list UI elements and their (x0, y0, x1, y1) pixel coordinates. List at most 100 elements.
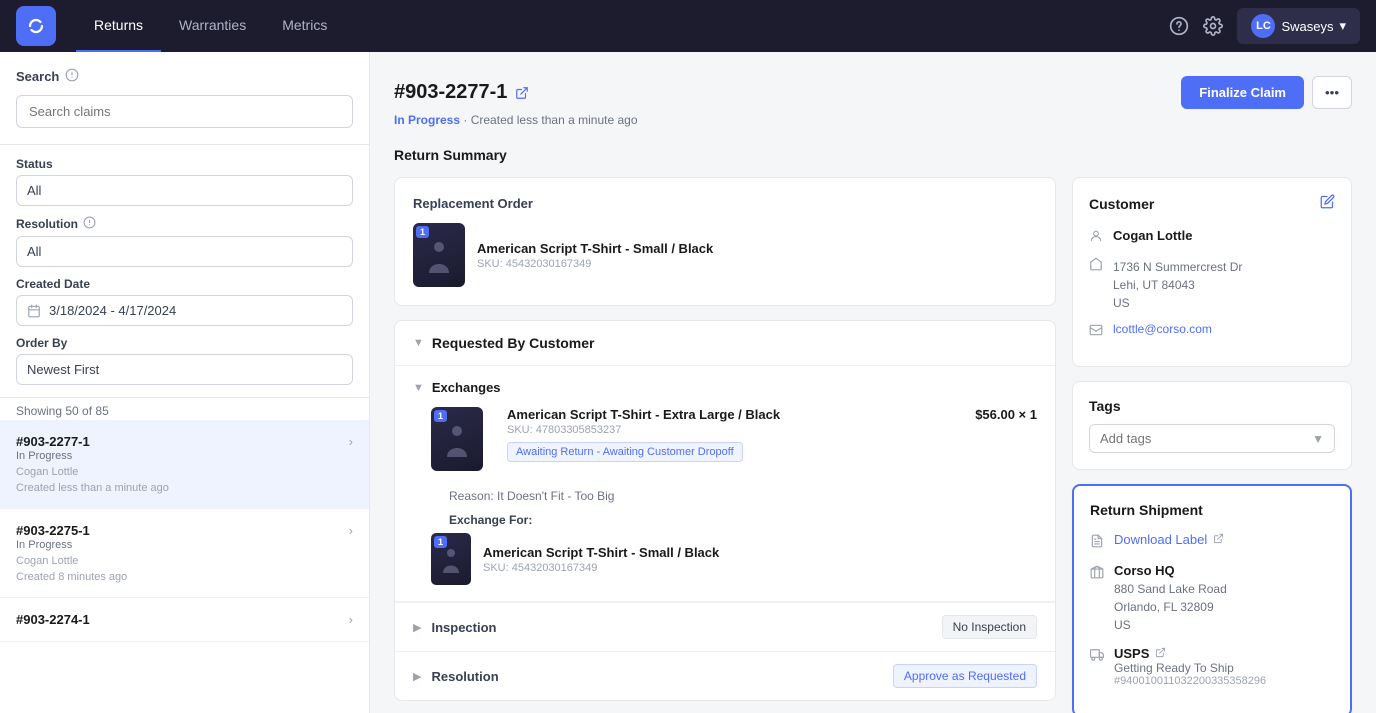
customer-email-icon (1089, 323, 1103, 340)
nav-metrics[interactable]: Metrics (264, 0, 345, 52)
carrier-name: USPS (1114, 646, 1149, 661)
replacement-product-sku: SKU: 45432030167349 (477, 258, 713, 270)
inspection-label: Inspection (431, 620, 941, 635)
exchange-product-sku: SKU: 47803305853237 (507, 424, 780, 436)
resolution-info-icon (83, 216, 96, 232)
claim-item[interactable]: #903-2277-1 In Progress Cogan Lottle Cre… (0, 420, 369, 509)
nav-returns[interactable]: Returns (76, 0, 161, 52)
reason-text: Reason: It Doesn't Fit - Too Big (431, 489, 1019, 503)
inspection-chevron-icon: ▶ (413, 621, 421, 634)
exchange-for-thumbnail: 1 (431, 533, 471, 585)
requested-by-customer-card: ▼ Requested By Customer ▼ Exchanges 1 (394, 320, 1056, 701)
exchanges-section: ▼ Exchanges 1 American Scr (395, 366, 1055, 602)
customer-address: 1736 N Summercrest Dr Lehi, UT 84043 US (1113, 258, 1242, 312)
claim-customer: Cogan Lottle (16, 466, 169, 478)
carrier-icon (1090, 648, 1104, 665)
replacement-product-name: American Script T-Shirt - Small / Black (477, 241, 713, 256)
warehouse-icon (1090, 565, 1104, 582)
more-actions-button[interactable]: ••• (1312, 76, 1352, 109)
page-title: #903-2277-1 (394, 81, 507, 104)
claim-item[interactable]: #903-2274-1 › (0, 598, 369, 642)
claim-status: In Progress (16, 450, 169, 462)
date-range-input[interactable]: 3/18/2024 - 4/17/2024 (16, 295, 353, 326)
search-info-icon (65, 68, 79, 85)
customer-person-icon (1089, 229, 1103, 246)
carrier-status: Getting Ready To Ship (1114, 661, 1334, 675)
tags-title: Tags (1089, 398, 1335, 414)
claim-id: #903-2275-1 (16, 523, 127, 538)
customer-name: Cogan Lottle (1113, 228, 1192, 243)
claim-status-badge: In Progress (394, 113, 460, 127)
resolution-filter-select[interactable]: All (16, 236, 353, 267)
replacement-order-label: Replacement Order (413, 196, 1037, 211)
warehouse-name: Corso HQ (1114, 563, 1227, 578)
user-menu-button[interactable]: LC Swaseys ▾ (1237, 8, 1360, 44)
nav-warranties[interactable]: Warranties (161, 0, 264, 52)
chevron-right-icon: › (349, 612, 353, 627)
ellipsis-icon: ••• (1325, 85, 1339, 100)
download-label-link[interactable]: Download Label (1114, 532, 1207, 547)
shipment-title: Return Shipment (1090, 502, 1334, 518)
user-chevron-icon: ▾ (1339, 18, 1346, 34)
claim-id: #903-2274-1 (16, 612, 90, 627)
replacement-order-card: Replacement Order 1 American Script T-Sh… (394, 177, 1056, 306)
claim-created: Created less than a minute ago (16, 482, 169, 494)
user-avatar: LC (1251, 14, 1275, 38)
return-summary-title: Return Summary (394, 147, 1352, 163)
resolution-label: Resolution (431, 669, 892, 684)
user-name-label: Swaseys (1281, 19, 1333, 34)
exchanges-label: Exchanges (432, 380, 501, 395)
exchange-for-label: Exchange For: (431, 513, 1019, 527)
exchange-product-name: American Script T-Shirt - Extra Large / … (507, 407, 780, 422)
claims-list: #903-2277-1 In Progress Cogan Lottle Cre… (0, 420, 369, 713)
external-link-icon[interactable] (515, 86, 529, 100)
tags-chevron-icon: ▼ (1312, 432, 1324, 446)
claim-item[interactable]: #903-2275-1 In Progress Cogan Lottle Cre… (0, 509, 369, 598)
customer-edit-button[interactable] (1320, 194, 1335, 214)
exchange-for-product-name: American Script T-Shirt - Small / Black (483, 545, 719, 560)
document-icon (1090, 534, 1104, 551)
customer-panel-title: Customer (1089, 196, 1154, 212)
tags-panel: Tags ▼ (1072, 381, 1352, 470)
tracking-number: #940010011032200335358296 (1114, 675, 1334, 687)
status-filter-select[interactable]: All (16, 175, 353, 206)
resolution-chevron-icon: ▶ (413, 670, 421, 683)
exchange-for-product-sku: SKU: 45432030167349 (483, 562, 719, 574)
settings-icon[interactable] (1203, 16, 1223, 36)
customer-email: lcottle@corso.com (1113, 322, 1212, 336)
return-shipment-panel: Return Shipment Download Label (1072, 484, 1352, 713)
claim-customer: Cogan Lottle (16, 555, 127, 567)
tags-input[interactable] (1100, 431, 1312, 446)
navigation: Returns Warranties Metrics LC Swaseys ▾ (0, 0, 1376, 52)
chevron-right-icon: › (349, 434, 353, 449)
chevron-right-icon: › (349, 523, 353, 538)
date-range-value: 3/18/2024 - 4/17/2024 (49, 303, 176, 318)
help-icon[interactable] (1169, 16, 1189, 36)
logo (16, 6, 56, 46)
claim-created-sub: · (463, 113, 470, 127)
search-input[interactable] (16, 95, 353, 128)
inspection-row[interactable]: ▶ Inspection No Inspection (395, 602, 1055, 651)
download-external-icon (1213, 532, 1224, 547)
exchange-price: $56.00 × 1 (975, 407, 1037, 422)
search-label: Search (16, 68, 353, 85)
inspection-badge: No Inspection (942, 615, 1037, 639)
created-date-label: Created Date (16, 277, 353, 291)
warehouse-address: 880 Sand Lake RoadOrlando, FL 32809US (1114, 580, 1227, 634)
resolution-badge: Approve as Requested (893, 664, 1037, 688)
requested-section-title: Requested By Customer (432, 335, 595, 351)
resolution-filter-label: Resolution (16, 216, 353, 232)
exchange-product-thumbnail: 1 (431, 407, 483, 471)
claim-created-time: Created less than a minute ago (471, 113, 638, 127)
order-by-select[interactable]: Newest First (16, 354, 353, 385)
main-content: #903-2277-1 Finalize Claim ••• In Progre… (370, 52, 1376, 713)
claim-status: In Progress (16, 539, 127, 551)
exchange-status-tag: Awaiting Return - Awaiting Customer Drop… (507, 442, 743, 462)
resolution-row[interactable]: ▶ Resolution Approve as Requested (395, 651, 1055, 700)
order-by-label: Order By (16, 336, 353, 350)
carrier-external-icon (1155, 646, 1166, 661)
claim-id: #903-2277-1 (16, 434, 169, 449)
requested-section-header: ▼ Requested By Customer (395, 321, 1055, 366)
finalize-claim-button[interactable]: Finalize Claim (1181, 76, 1304, 109)
customer-address-icon (1089, 257, 1103, 274)
